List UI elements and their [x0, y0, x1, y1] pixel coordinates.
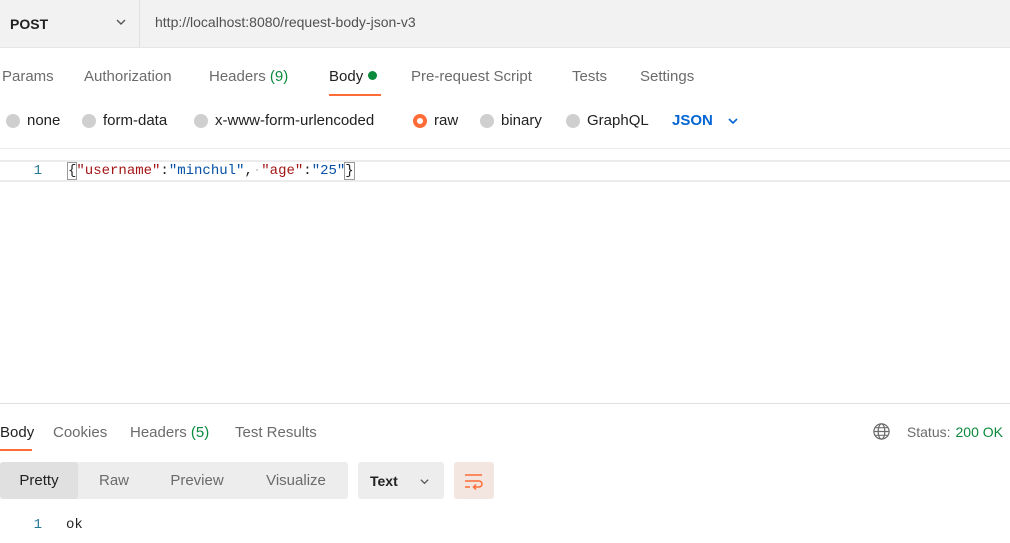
tab-pre-request-script[interactable]: Pre-request Script — [411, 68, 532, 85]
body-type-graphql[interactable]: GraphQL — [566, 112, 649, 129]
tab-headers[interactable]: Headers (9) — [209, 68, 288, 85]
code-value: "minchul" — [168, 163, 245, 179]
radio-icon — [6, 113, 20, 128]
radio-selected-icon — [413, 113, 427, 128]
language-label: JSON — [672, 112, 713, 129]
response-tab-headers[interactable]: Headers (5) — [130, 424, 209, 441]
response-line-number: 1 — [33, 517, 42, 533]
whitespace-marker: · — [252, 163, 262, 179]
request-url-bar: POST http://localhost:8080/request-body-… — [0, 0, 1010, 48]
status-value[interactable]: 200 OK — [956, 424, 1003, 440]
active-tab-underline — [329, 94, 381, 96]
chevron-down-icon — [728, 117, 738, 124]
view-mode-raw[interactable]: Raw — [78, 462, 150, 499]
editor-line-number: 1 — [33, 163, 42, 179]
response-tab-body[interactable]: Body — [0, 424, 34, 441]
body-type-raw[interactable]: raw — [413, 112, 458, 129]
headers-count: (9) — [269, 68, 289, 85]
method-select[interactable]: POST — [0, 0, 140, 47]
response-headers-count: (5) — [190, 424, 210, 441]
divider — [0, 148, 1010, 149]
code-key: "username" — [76, 163, 161, 179]
tab-body[interactable]: Body — [329, 68, 378, 85]
view-mode-pretty[interactable]: Pretty — [0, 462, 78, 499]
response-body-content: ok — [66, 517, 83, 533]
tab-authorization[interactable]: Authorization — [84, 68, 172, 85]
wrap-lines-button[interactable] — [454, 462, 494, 499]
code-colon: : — [303, 163, 312, 179]
response-divider — [0, 403, 1010, 404]
tab-params[interactable]: Params — [2, 68, 54, 85]
format-label: Text — [370, 472, 398, 489]
body-type-form-data[interactable]: form-data — [82, 112, 167, 129]
radio-icon — [82, 113, 96, 128]
chevron-down-icon — [116, 19, 126, 25]
radio-icon — [566, 113, 580, 128]
response-active-tab-underline — [0, 449, 32, 451]
response-status: Status: 200 OK — [872, 422, 1003, 441]
body-indicator-dot — [368, 71, 378, 80]
view-mode-preview[interactable]: Preview — [150, 462, 244, 499]
code-value: "25" — [311, 163, 346, 179]
status-label: Status: — [906, 423, 951, 440]
method-label: POST — [10, 15, 49, 32]
body-type-none[interactable]: none — [6, 112, 60, 129]
radio-icon — [194, 113, 208, 128]
url-input[interactable]: http://localhost:8080/request-body-json-… — [155, 14, 416, 30]
globe-icon[interactable] — [872, 422, 891, 441]
radio-icon — [480, 113, 494, 128]
wrap-lines-icon — [465, 473, 483, 490]
response-tab-test-results[interactable]: Test Results — [235, 424, 317, 441]
body-type-urlencoded[interactable]: x-www-form-urlencoded — [194, 112, 374, 129]
request-body-editor[interactable]: {"username":"minchul",·"age":"25"} — [66, 162, 355, 180]
code-colon: : — [160, 163, 169, 179]
language-select[interactable]: JSON — [672, 112, 739, 129]
code-key: "age" — [261, 163, 304, 179]
response-view-modes: Pretty Raw Preview Visualize — [0, 462, 348, 499]
code-comma: , — [244, 163, 253, 179]
tab-settings[interactable]: Settings — [640, 68, 694, 85]
body-type-binary[interactable]: binary — [480, 112, 542, 129]
response-tab-cookies[interactable]: Cookies — [53, 424, 107, 441]
response-format-select[interactable]: Text — [358, 462, 444, 499]
tab-tests[interactable]: Tests — [572, 68, 607, 85]
view-mode-visualize[interactable]: Visualize — [244, 462, 348, 499]
code-brace-close: } — [344, 162, 355, 180]
chevron-down-icon — [420, 479, 429, 485]
